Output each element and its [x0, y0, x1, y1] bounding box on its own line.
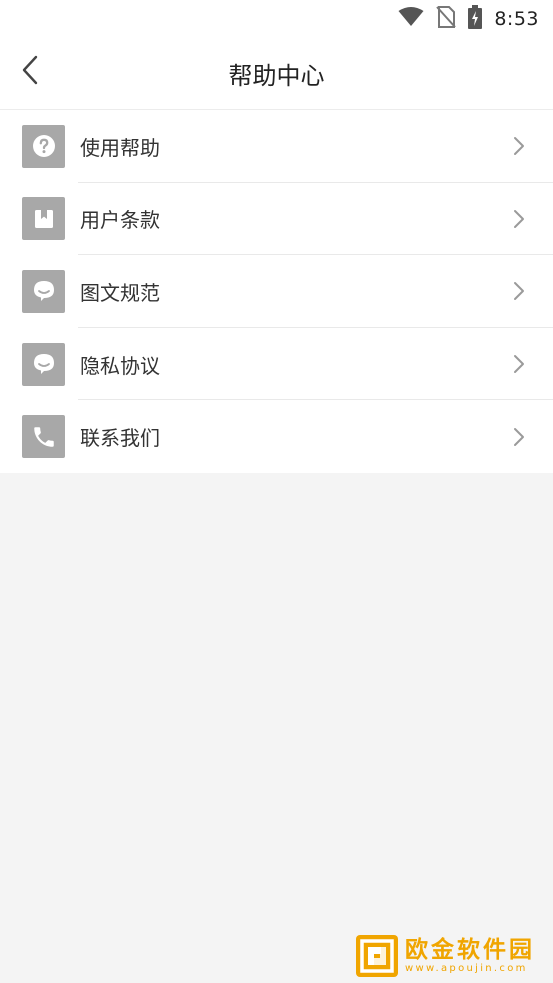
chat-bubble-icon — [22, 342, 65, 386]
menu-item-privacy-policy[interactable]: 隐私协议 — [0, 328, 553, 401]
header-bar: 帮助中心 — [0, 38, 553, 109]
question-icon — [22, 124, 65, 168]
help-menu-list: 使用帮助 用户条款 图文规范 隐私协议 联系我们 — [0, 109, 553, 473]
status-bar: 8:53 — [0, 0, 553, 38]
menu-item-usage-help[interactable]: 使用帮助 — [0, 110, 553, 183]
page-title: 帮助中心 — [228, 62, 325, 90]
menu-item-label: 使用帮助 — [80, 135, 160, 160]
watermark-title: 欧金软件园 — [405, 937, 535, 963]
chevron-right-icon — [509, 425, 529, 449]
menu-item-label: 图文规范 — [80, 280, 160, 305]
chevron-left-icon — [21, 55, 39, 89]
menu-item-contact-us[interactable]: 联系我们 — [0, 400, 553, 473]
watermark: 欧金软件园 www.apoujin.com — [355, 933, 545, 979]
menu-item-user-terms[interactable]: 用户条款 — [0, 183, 553, 256]
chevron-right-icon — [509, 207, 529, 231]
chevron-right-icon — [509, 352, 529, 376]
chevron-right-icon — [509, 279, 529, 303]
menu-item-content-rules[interactable]: 图文规范 — [0, 255, 553, 328]
chevron-right-icon — [509, 134, 529, 158]
watermark-url: www.apoujin.com — [405, 963, 528, 974]
chat-bubble-icon — [22, 269, 65, 313]
menu-item-label: 用户条款 — [80, 208, 160, 233]
menu-item-label: 隐私协议 — [80, 353, 160, 378]
no-sim-icon — [436, 5, 457, 33]
wifi-icon — [398, 7, 424, 31]
watermark-logo-icon — [355, 934, 399, 978]
battery-charging-icon — [468, 5, 483, 33]
back-button[interactable] — [10, 52, 50, 92]
status-time: 8:53 — [494, 8, 539, 30]
menu-item-label: 联系我们 — [80, 426, 160, 451]
phone-icon — [22, 415, 65, 459]
bookmark-icon — [22, 197, 65, 241]
